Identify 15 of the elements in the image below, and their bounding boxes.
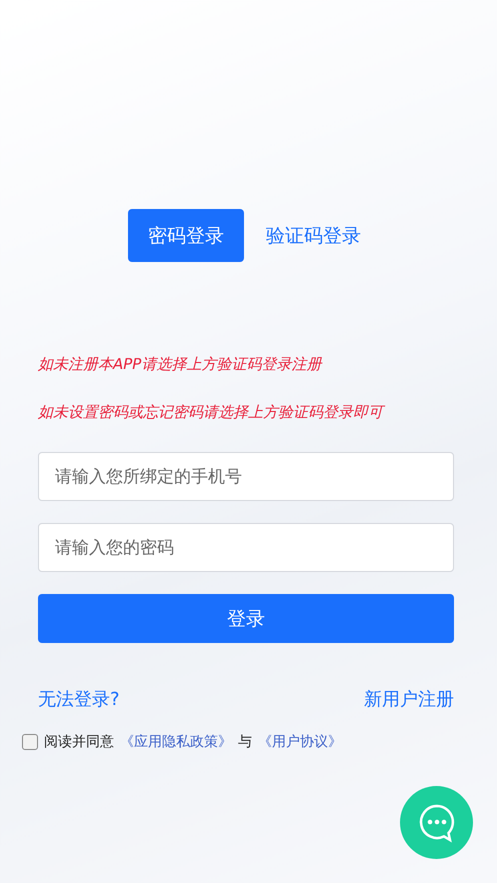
joiner-text: 与	[238, 733, 252, 751]
agree-checkbox[interactable]	[22, 734, 38, 750]
login-tab[interactable]: 密码登录	[128, 209, 244, 262]
login-tab[interactable]: 验证码登录	[266, 209, 361, 262]
notice-text: 如未设置密码或忘记密码请选择上方验证码登录即可	[38, 402, 497, 422]
password-field[interactable]: 请输入您的密码	[38, 523, 454, 572]
phone-field[interactable]: 请输入您所绑定的手机号	[38, 452, 454, 501]
notice-text: 如未注册本APP请选择上方验证码登录注册	[38, 354, 324, 374]
login-button[interactable]: 登录	[38, 594, 454, 643]
privacy-link[interactable]: 《应用隐私政策》	[120, 733, 232, 751]
agree-text: 阅读并同意	[44, 733, 114, 751]
cannot-login-link[interactable]: 无法登录?	[38, 687, 120, 711]
chat-icon	[418, 802, 456, 842]
register-link[interactable]: 新用户注册	[364, 687, 454, 711]
terms-link[interactable]: 《用户协议》	[258, 733, 342, 751]
